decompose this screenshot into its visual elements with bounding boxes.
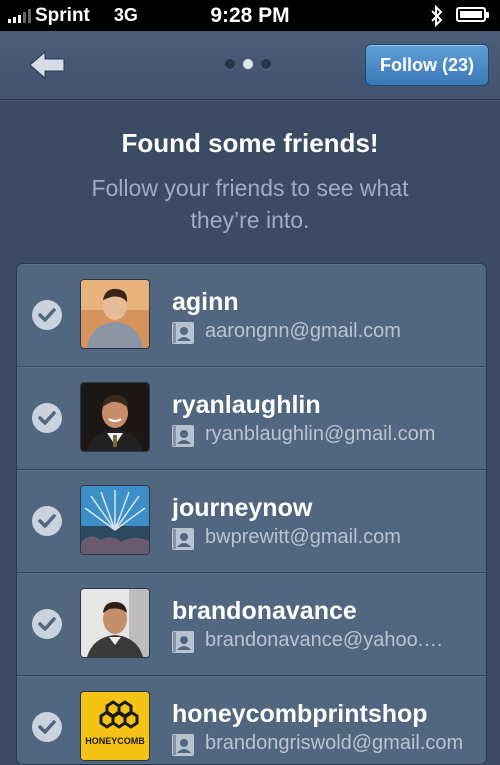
page-dot (261, 59, 271, 69)
avatar (80, 279, 150, 349)
friend-username: brandonavance (172, 597, 357, 625)
check-icon[interactable] (32, 609, 62, 639)
network-type: 3G (113, 5, 138, 25)
friend-email: brandonavance@yahoo.… (205, 629, 444, 651)
battery-icon (456, 7, 489, 22)
contact-card-icon (172, 322, 194, 344)
avatar (80, 588, 150, 658)
check-icon[interactable] (32, 506, 62, 536)
friend-row[interactable]: HONEYCOMB honeycombprintshop brandongris… (17, 676, 486, 764)
avatar (80, 485, 150, 555)
friend-username: aginn (172, 288, 239, 316)
status-bar: Sprint 3G 9:28 PM (0, 0, 500, 31)
friend-row[interactable]: journeynow bwprewitt@gmail.com (17, 470, 486, 573)
back-arrow-icon (29, 50, 65, 80)
check-icon[interactable] (32, 712, 62, 742)
friend-username: ryanlaughlin (172, 391, 321, 419)
follow-button[interactable]: Follow (23) (365, 44, 489, 86)
check-icon[interactable] (32, 403, 62, 433)
avatar (80, 382, 150, 452)
page-title: Found some friends! (121, 128, 379, 158)
friend-email: ryanblaughlin@gmail.com (205, 423, 436, 445)
back-button[interactable] (28, 49, 68, 81)
contact-card-icon (172, 734, 194, 756)
friend-username: journeynow (172, 494, 313, 522)
page-dot (225, 59, 235, 69)
friend-row[interactable]: brandonavance brandonavance@yahoo.… (17, 573, 486, 676)
friend-list: aginn aarongnn@gmail.com ryanlaughlin ry… (16, 263, 487, 765)
friend-username: honeycombprintshop (172, 700, 428, 728)
carrier-name: Sprint (35, 4, 90, 26)
contact-card-icon (172, 631, 194, 653)
nav-bar: Follow (23) (0, 31, 500, 100)
friend-row[interactable]: ryanlaughlin ryanblaughlin@gmail.com (17, 367, 486, 470)
friend-email: aarongnn@gmail.com (205, 320, 401, 342)
logo-text: HONEYCOMB (85, 736, 145, 746)
signal-strength-icon (8, 8, 31, 23)
contact-card-icon (172, 528, 194, 550)
check-icon[interactable] (32, 300, 62, 330)
page-indicator (225, 59, 271, 69)
contact-card-icon (172, 425, 194, 447)
friend-row[interactable]: aginn aarongnn@gmail.com (17, 264, 486, 367)
page-subtitle: Follow your friends to see what they’re … (91, 175, 409, 233)
avatar: HONEYCOMB (80, 691, 150, 761)
bluetooth-icon (431, 5, 443, 27)
page-dot-active (243, 59, 253, 69)
friend-email: brandongriswold@gmail.com (205, 732, 464, 754)
friend-email: bwprewitt@gmail.com (205, 526, 401, 548)
